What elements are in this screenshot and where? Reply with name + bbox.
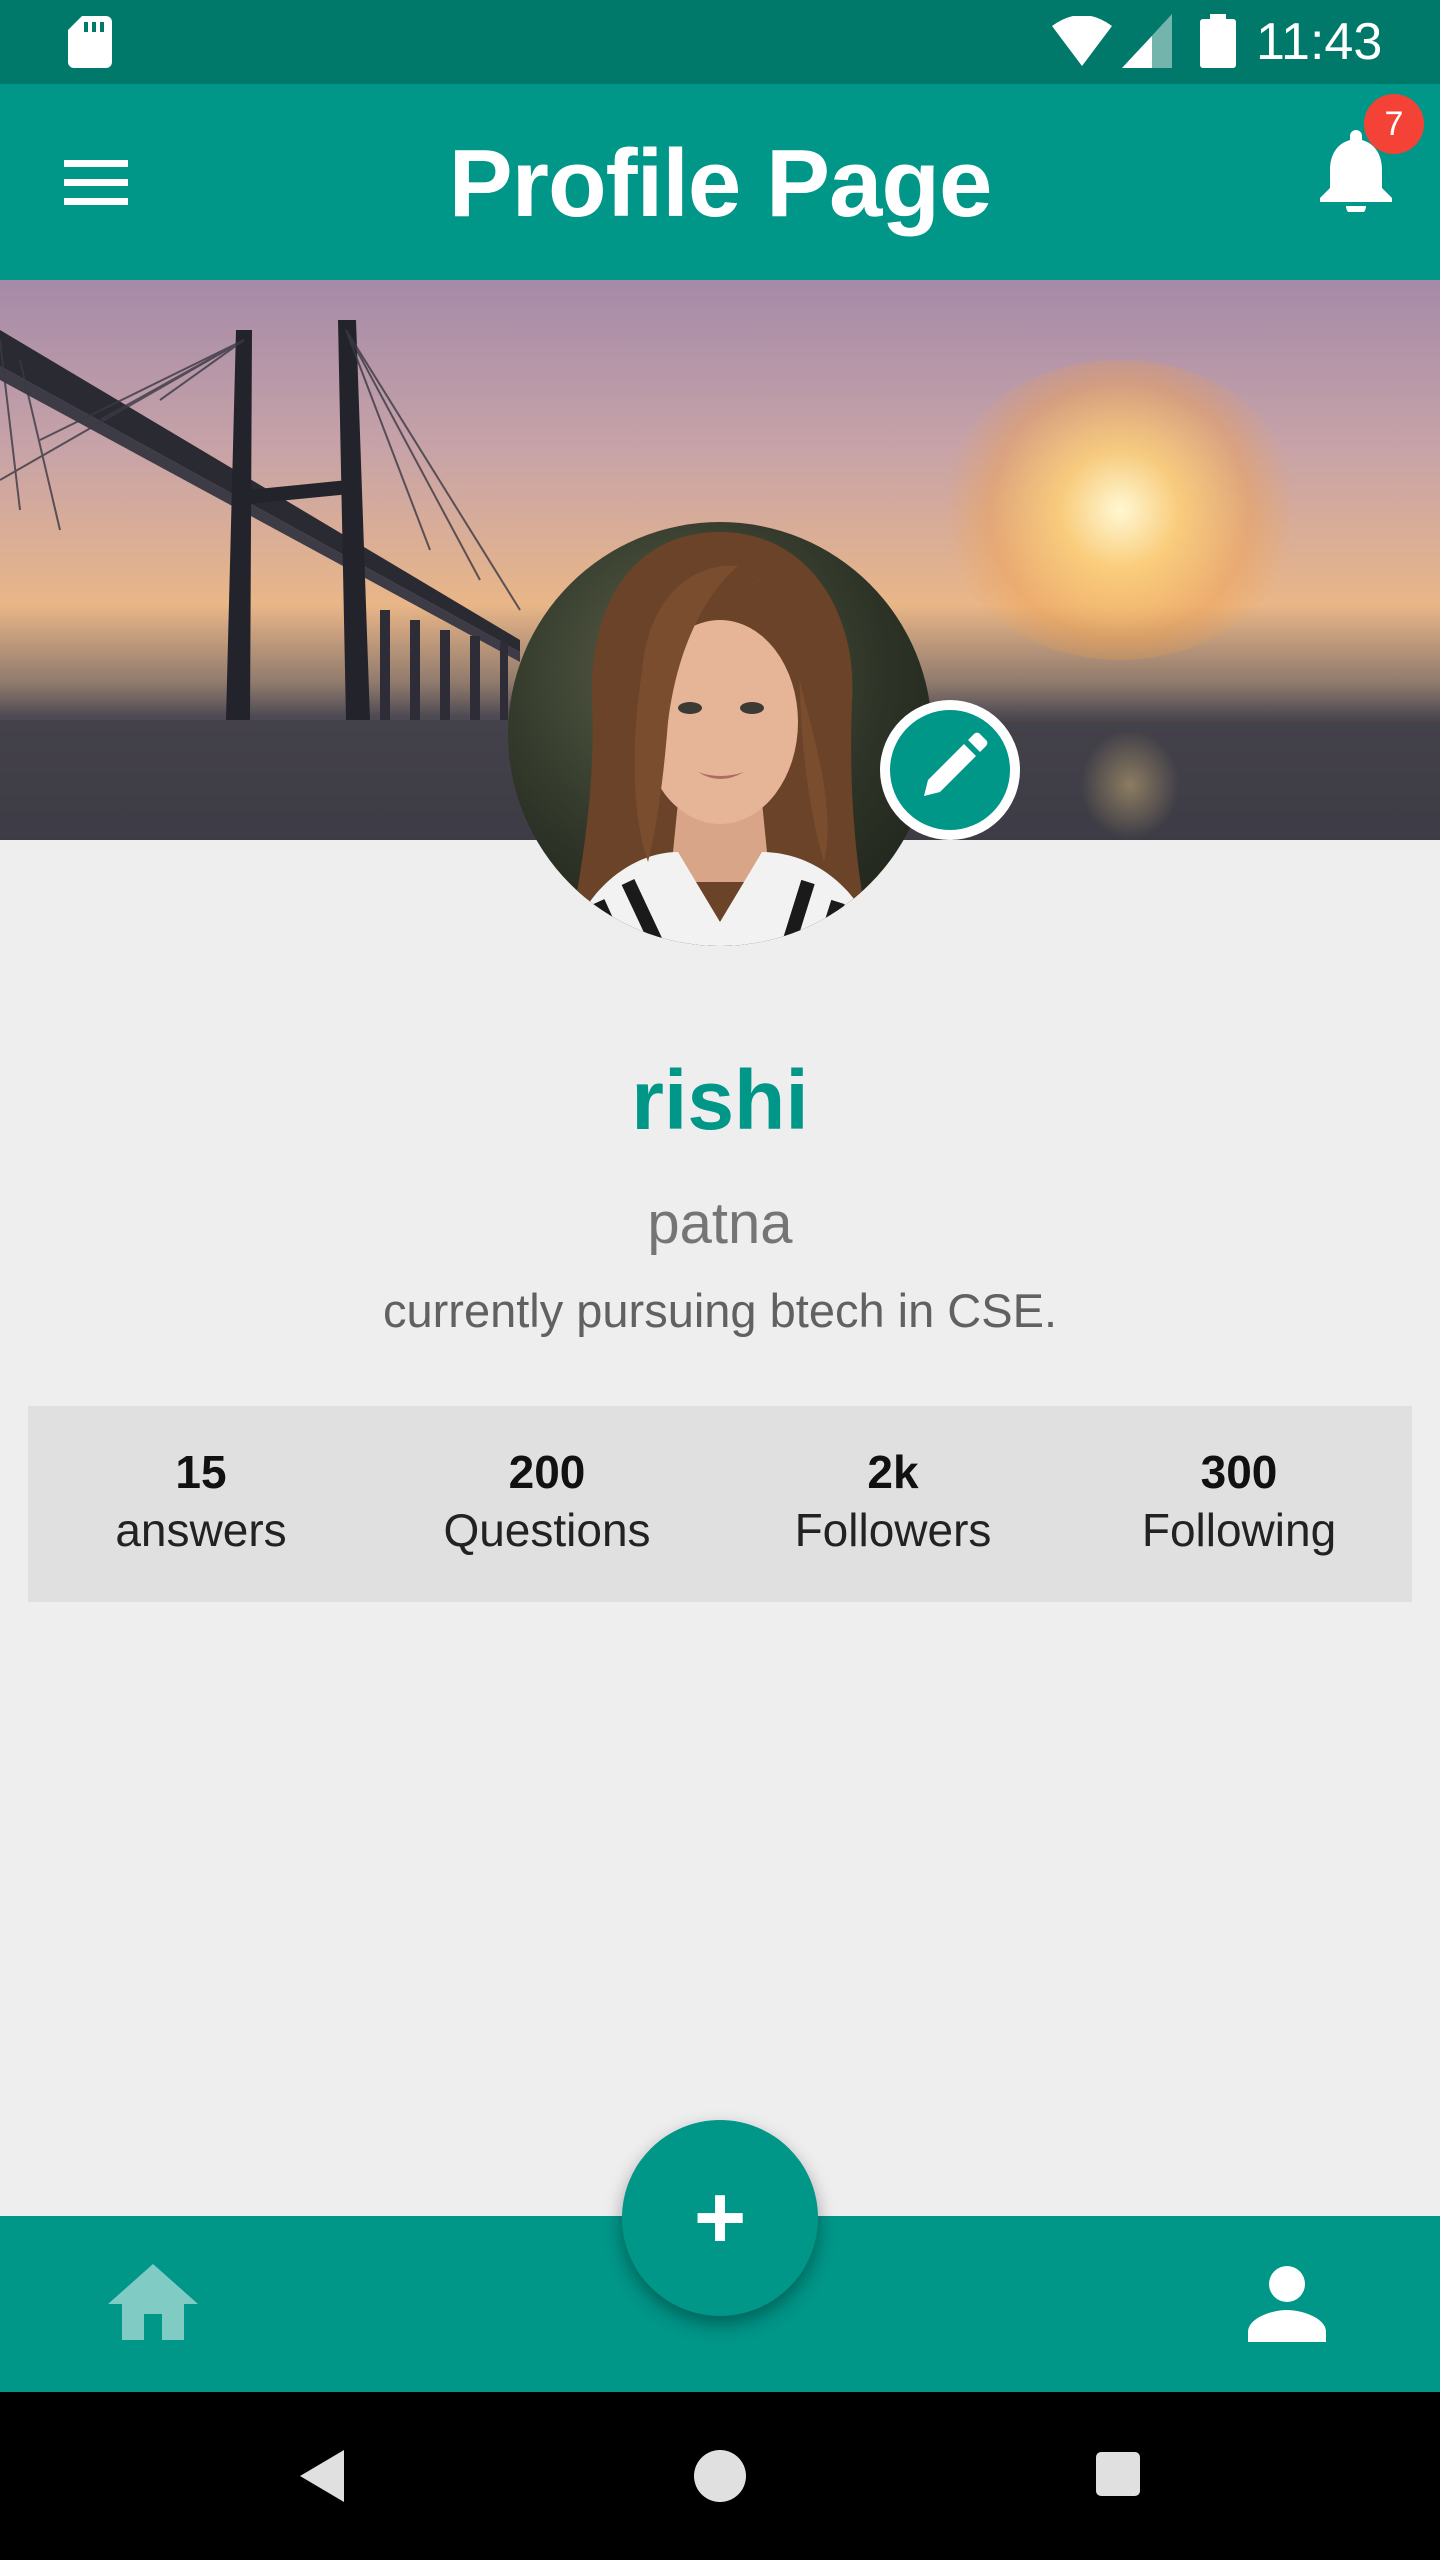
stat-value: 15 (175, 1446, 227, 1498)
wifi-icon (1052, 16, 1112, 66)
menu-icon[interactable] (58, 150, 138, 214)
stat-label: Questions (443, 1504, 651, 1556)
profile-bio: currently pursuing btech in CSE. (383, 1284, 1057, 1337)
back-icon[interactable] (296, 2446, 348, 2506)
avatar (508, 522, 932, 946)
person-icon[interactable] (1248, 2266, 1326, 2342)
home-icon[interactable] (106, 2262, 200, 2342)
stat-value: 2k (867, 1446, 919, 1498)
stat-value: 300 (1200, 1446, 1278, 1498)
page-title: Profile Page (448, 130, 993, 237)
notification-badge: 7 (1364, 94, 1424, 154)
signal-icon (1122, 14, 1172, 68)
pencil-icon (924, 732, 988, 796)
status-time: 11:43 (1256, 13, 1383, 71)
stat-value: 200 (508, 1446, 586, 1498)
system-home-icon[interactable] (694, 2450, 746, 2502)
battery-icon (1200, 14, 1236, 68)
recents-icon[interactable] (1096, 2452, 1140, 2496)
stat-label: Followers (794, 1504, 992, 1556)
stat-followers[interactable]: 2k Followers (720, 1406, 1066, 1602)
stats-bar: 15 answers 200 Questions 2k Followers 30… (28, 1406, 1412, 1602)
stat-following[interactable]: 300 Following (1066, 1406, 1412, 1602)
stat-label: answers (115, 1504, 287, 1556)
profile-name: rishi (631, 1053, 809, 1147)
stat-questions[interactable]: 200 Questions (374, 1406, 720, 1602)
add-button[interactable]: + (622, 2120, 818, 2316)
stat-label: Following (1141, 1504, 1337, 1556)
sd-card-icon (68, 16, 112, 68)
stat-answers[interactable]: 15 answers (28, 1406, 374, 1602)
edit-avatar-button[interactable] (880, 700, 1020, 840)
profile-location: patna (647, 1191, 793, 1256)
plus-icon: + (693, 2168, 747, 2268)
